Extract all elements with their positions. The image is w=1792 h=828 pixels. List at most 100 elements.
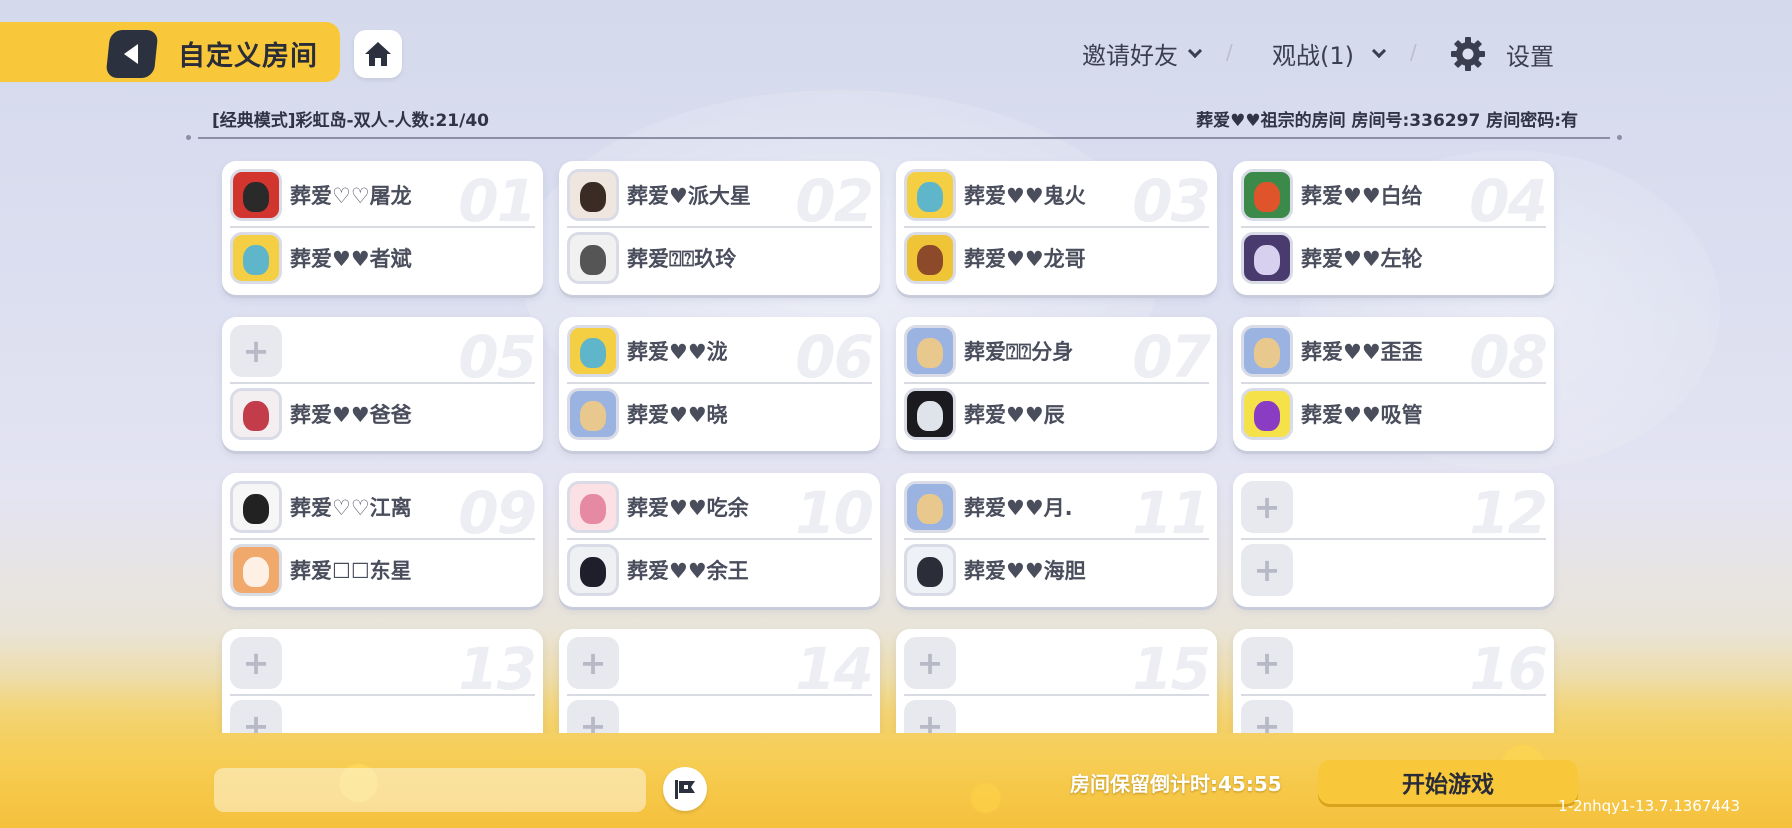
add-player-icon[interactable]: + [904,637,956,689]
team-card-10: 10 葬爱♥♥吃余 葬爱♥♥余王 [559,473,880,607]
empty-player-slot[interactable]: + [567,636,872,690]
add-player-icon[interactable]: + [1241,544,1293,596]
chat-input[interactable] [214,768,646,812]
avatar-figure [243,401,269,431]
avatar-figure [917,401,943,431]
brown-character-avatar [904,232,956,284]
slot-divider [567,226,872,228]
player-name: 葬爱♥♥歪歪 [1301,340,1423,364]
player-slot[interactable]: 葬爱⍰⍰分身 [904,324,1209,378]
player-slot[interactable]: 葬爱♥♥吸管 [1241,387,1546,441]
player-slot[interactable]: 葬爱♥♥者斌 [230,231,535,285]
player-slot[interactable]: 葬爱♥♥歪歪 [1241,324,1546,378]
empty-player-slot[interactable]: + [1241,543,1546,597]
avatar-figure [917,245,943,275]
add-player-icon[interactable]: + [904,700,956,733]
empty-player-slot[interactable]: + [230,636,535,690]
player-slot[interactable]: 葬爱♡♡江离 [230,480,535,534]
player-slot[interactable]: 葬爱♥♥爸爸 [230,387,535,441]
spectate-button[interactable]: 观战(1) [1272,36,1387,71]
team-card-05: 05 + 葬爱♥♥爸爸 [222,317,543,451]
avatar-figure [580,494,606,524]
player-name: 葬爱♡♡江离 [290,496,412,520]
player-slot[interactable]: 葬爱♥派大星 [567,168,872,222]
player-slot[interactable]: 葬爱♥♥吃余 [567,480,872,534]
separator-slash: / [1226,40,1233,64]
invite-friends-label: 邀请好友 [1082,42,1178,70]
avatar-figure [1254,182,1280,212]
start-game-button[interactable]: 开始游戏 [1318,760,1578,804]
empty-player-slot[interactable]: + [230,324,535,378]
player-slot[interactable]: 葬爱♥♥海胆 [904,543,1209,597]
add-player-icon[interactable]: + [230,700,282,733]
add-player-icon[interactable]: + [567,637,619,689]
team-grid-viewport[interactable]: 01 葬爱♡♡屠龙 葬爱♥♥者斌 02 葬爱♥派大星 葬爱⍰⍰玖玲 03 葬爱♥♥鬼火 葬爱♥♥… [212,150,1582,733]
player-name: 葬爱♥♥左轮 [1301,247,1423,271]
add-player-icon[interactable]: + [230,325,282,377]
empty-player-slot[interactable]: + [230,699,535,733]
slot-divider [567,538,872,540]
player-slot[interactable]: 葬爱⍰⍰玖玲 [567,231,872,285]
add-player-icon[interactable]: + [1241,700,1293,733]
player-name: 葬爱⍰⍰玖玲 [627,247,737,271]
sketch-avatar [230,481,282,533]
avatar-figure [243,245,269,275]
team-card-04: 04 葬爱♥♥白给 葬爱♥♥左轮 [1233,161,1554,295]
empty-player-slot[interactable]: + [567,699,872,733]
player-name: 葬爱♥♥吃余 [627,496,749,520]
bean-avatar [904,481,956,533]
avatar-figure [580,182,606,212]
player-name: 葬爱☐☐东星 [290,559,412,583]
slot-divider [230,538,535,540]
bean-avatar [1241,325,1293,377]
flag-button[interactable] [663,767,707,811]
empty-player-slot[interactable]: + [1241,636,1546,690]
slot-divider [1241,382,1546,384]
slot-divider [1241,538,1546,540]
player-slot[interactable]: 葬爱♡♡屠龙 [230,168,535,222]
avatar-figure [1254,338,1280,368]
player-slot[interactable]: 葬爱♥♥月. [904,480,1209,534]
green-duck-avatar [1241,169,1293,221]
slot-divider [567,382,872,384]
slot-divider [567,694,872,696]
empty-player-slot[interactable]: + [1241,699,1546,733]
player-name: 葬爱♥♥龙哥 [964,247,1086,271]
empty-player-slot[interactable]: + [904,636,1209,690]
home-button[interactable] [354,30,402,78]
yellow-fish-avatar [567,325,619,377]
room-details-info: 葬爱♥♥祖宗的房间 房间号:336297 房间密码:有 [1196,111,1578,131]
player-slot[interactable]: 葬爱☐☐东星 [230,543,535,597]
player-slot[interactable]: 葬爱♥♥白给 [1241,168,1546,222]
add-player-icon[interactable]: + [230,637,282,689]
add-player-icon[interactable]: + [1241,481,1293,533]
empty-player-slot[interactable]: + [904,699,1209,733]
room-countdown: 房间保留倒计时:45:55 [1070,772,1282,796]
add-player-icon[interactable]: + [1241,637,1293,689]
girl-photo-avatar [567,169,619,221]
settings-button[interactable]: 设置 [1450,36,1554,72]
invite-friends-button[interactable]: 邀请好友 [1082,36,1203,71]
team-card-07: 07 葬爱⍰⍰分身 葬爱♥♥辰 [896,317,1217,451]
team-card-02: 02 葬爱♥派大星 葬爱⍰⍰玖玲 [559,161,880,295]
player-name: 葬爱♥♥爸爸 [290,403,412,427]
slot-divider [904,694,1209,696]
player-slot[interactable]: 葬爱♥♥左轮 [1241,231,1546,285]
player-slot[interactable]: 葬爱♥♥辰 [904,387,1209,441]
player-slot[interactable]: 葬爱♥♥余王 [567,543,872,597]
back-button[interactable] [105,30,159,78]
empty-player-slot[interactable]: + [1241,480,1546,534]
slot-divider [904,382,1209,384]
team-card-01: 01 葬爱♡♡屠龙 葬爱♥♥者斌 [222,161,543,295]
bean-avatar [567,388,619,440]
add-player-icon[interactable]: + [567,700,619,733]
player-slot[interactable]: 葬爱♥♥晓 [567,387,872,441]
player-slot[interactable]: 葬爱♥♥鬼火 [904,168,1209,222]
avatar-figure [243,182,269,212]
player-name: 葬爱♥♥月. [964,496,1073,520]
player-slot[interactable]: 葬爱♥♥龙哥 [904,231,1209,285]
back-arrow-icon [123,44,138,64]
slot-divider [230,226,535,228]
player-name: 葬爱♥♥吸管 [1301,403,1423,427]
player-slot[interactable]: 葬爱♥♥泷 [567,324,872,378]
